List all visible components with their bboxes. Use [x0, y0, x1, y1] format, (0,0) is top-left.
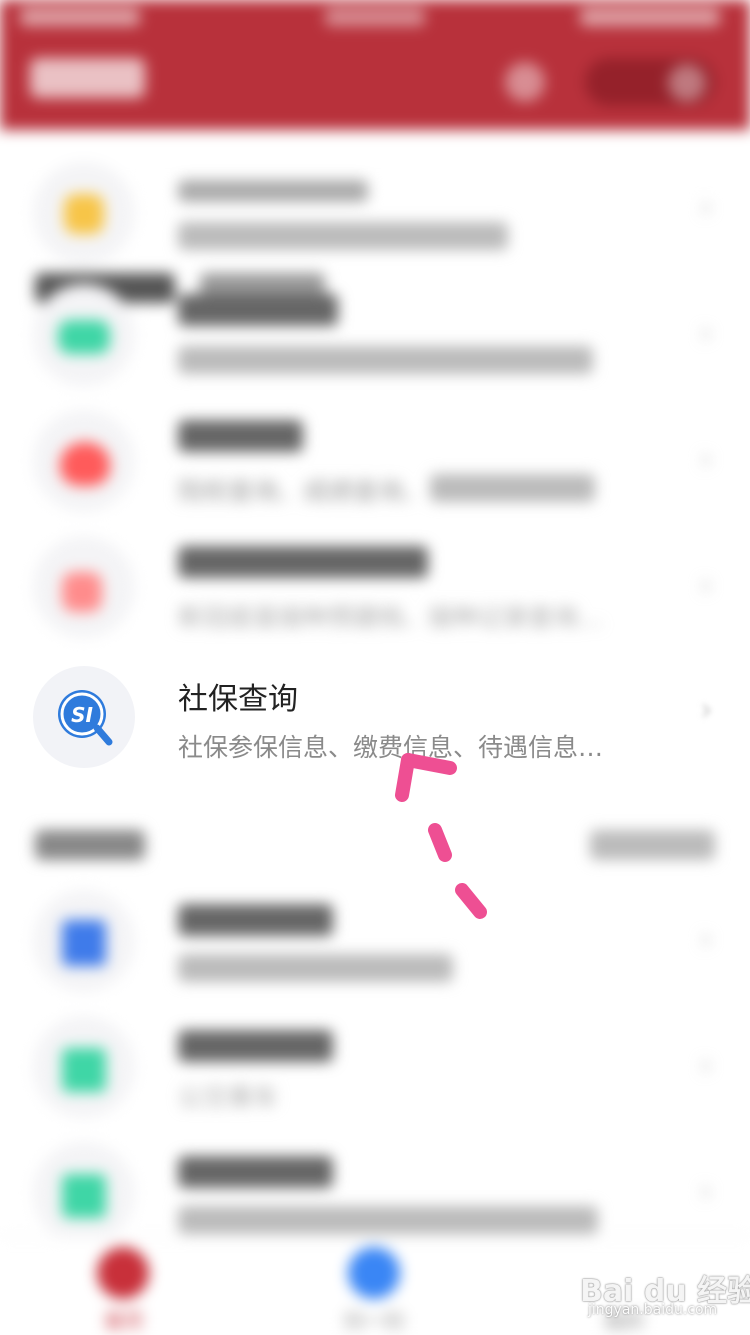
chevron-right-icon: › — [700, 922, 712, 957]
chevron-right-icon: › — [700, 316, 712, 351]
list-item-subtitle — [178, 1206, 598, 1234]
social-security-icon: SI — [58, 690, 113, 746]
chevron-right-icon: › — [700, 190, 712, 225]
blue-service-icon — [62, 920, 106, 966]
scan-icon — [348, 1247, 400, 1299]
list-item-subtitle: 院校查询、成绩查询、 — [178, 477, 429, 506]
chevron-right-icon: › — [700, 690, 713, 728]
list-item[interactable]: › — [0, 878, 750, 1004]
home-icon — [97, 1247, 149, 1299]
list-item-title — [178, 420, 303, 452]
list-item[interactable]: 新冠疫苗接种预建档、接种记录查询… › — [0, 524, 750, 650]
list-item[interactable]: 院校查询、成绩查询、 › — [0, 398, 750, 524]
group-count — [590, 830, 715, 860]
list-item[interactable]: › — [0, 150, 750, 276]
list-item-title — [178, 904, 333, 936]
vaccine-icon — [62, 572, 102, 612]
annotation-arrow — [395, 753, 487, 919]
baidu-watermark-url: jingyan.baidu.com — [588, 1302, 718, 1318]
social-security-icon-circle: SI — [33, 666, 135, 768]
header-settings-icon[interactable] — [505, 62, 545, 102]
green-service-icon — [62, 1174, 106, 1218]
list-item-subtitle — [178, 954, 453, 982]
chevron-right-icon: › — [700, 1048, 712, 1083]
list-item-title — [178, 180, 368, 202]
status-time — [20, 8, 140, 26]
capsule-close-icon[interactable] — [668, 64, 706, 102]
list-item-subtitle — [178, 346, 593, 374]
green-card-icon — [58, 320, 110, 354]
yellow-service-icon — [64, 194, 104, 234]
list-item[interactable]: 公交乘车 › — [0, 1004, 750, 1130]
list-item-title — [178, 546, 428, 578]
status-bar — [0, 0, 750, 40]
social-security-title: 社保查询 — [178, 682, 298, 717]
status-center — [325, 8, 425, 26]
list-item-subtitle — [178, 222, 508, 250]
tab-home-label: 首页 — [104, 1309, 144, 1333]
bus-card-icon — [62, 1048, 106, 1092]
chevron-right-icon: › — [700, 568, 712, 603]
list-item-subtitle-rest — [430, 474, 595, 502]
svg-text:SI: SI — [71, 703, 93, 727]
list-item-title — [178, 294, 338, 326]
red-education-icon — [60, 442, 110, 486]
status-indicators — [580, 8, 720, 26]
list-item-subtitle: 公交乘车 — [178, 1083, 279, 1112]
header-title — [30, 58, 145, 98]
tab-scan-label: 扫一扫 — [344, 1309, 404, 1333]
chevron-right-icon: › — [700, 442, 712, 477]
chevron-right-icon: › — [700, 1174, 712, 1209]
app-header — [0, 0, 750, 130]
list-item-subtitle: 新冠疫苗接种预建档、接种记录查询… — [178, 603, 604, 632]
list-item-title — [178, 1156, 333, 1188]
group-title — [35, 830, 145, 860]
list-item-title — [178, 1030, 333, 1062]
list-item[interactable]: › — [0, 272, 750, 398]
